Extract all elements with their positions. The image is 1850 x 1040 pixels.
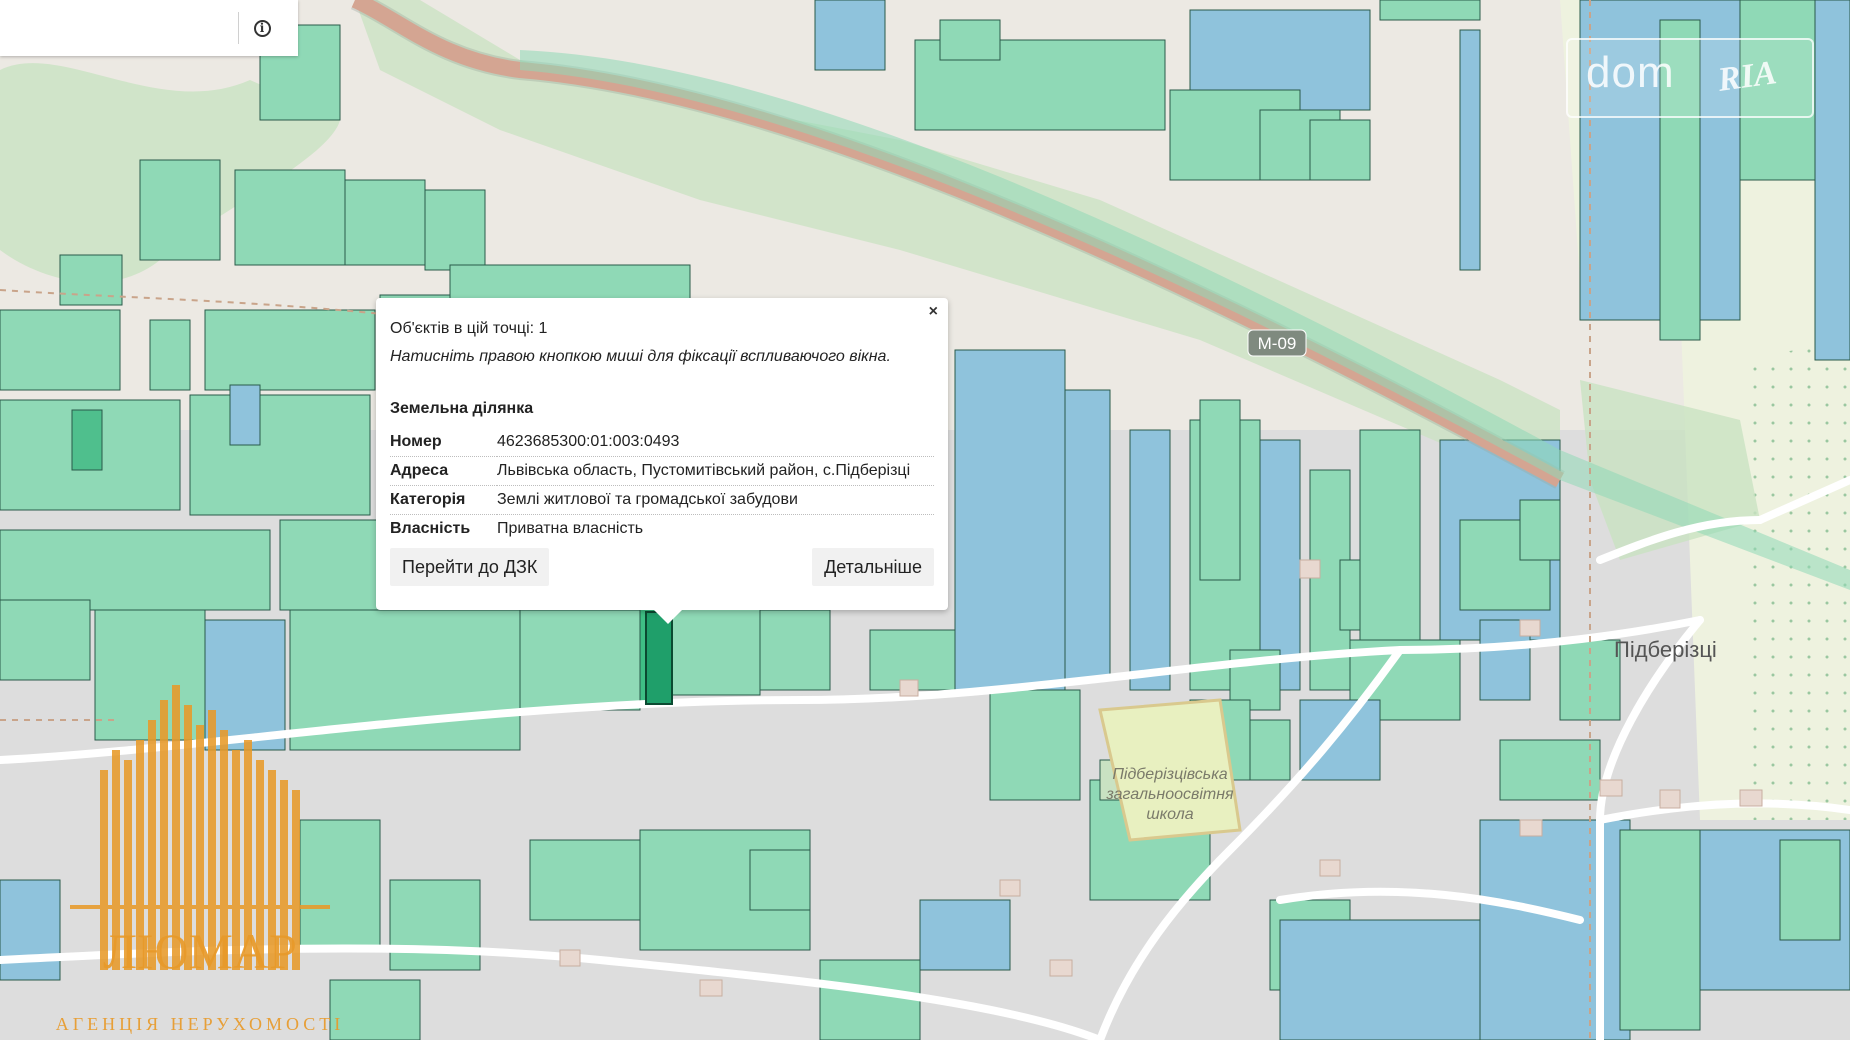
road-shield: М-09 (1247, 329, 1307, 357)
search-box: i (0, 0, 298, 56)
village-label: Підберізці (1614, 637, 1717, 662)
attr-row-number: Номер 4623685300:01:003:0493 (390, 428, 934, 457)
attr-key: Номер (390, 428, 497, 457)
svg-text:школа: школа (1146, 806, 1193, 823)
parcel-attributes: Номер 4623685300:01:003:0493 Адреса Льві… (390, 428, 934, 543)
info-icon: i (253, 19, 271, 37)
objects-count: Об'єктів в цій точці: 1 (390, 320, 548, 337)
close-icon[interactable]: × (929, 304, 938, 320)
attr-value: 4623685300:01:003:0493 (497, 428, 934, 457)
popup-heading: Земельна ділянка (390, 400, 534, 417)
selected-parcel[interactable] (645, 611, 673, 705)
domria-watermark: dom RIA (1566, 38, 1814, 118)
svg-text:загальноосвітня: загальноосвітня (1105, 786, 1234, 803)
watermark-ria-text: RIA (1715, 54, 1779, 99)
logo-tagline: АГЕНЦІЯ НЕРУХОМОСТІ (56, 1014, 345, 1034)
attr-key: Категорія (390, 485, 497, 515)
attr-key: Адреса (390, 456, 497, 486)
attr-row-address: Адреса Львівська область, Пустомитівськи… (390, 456, 934, 486)
attr-row-ownership: Власність Приватна власність (390, 515, 934, 544)
popup-actions: Перейти до ДЗК Детальніше (390, 548, 934, 586)
attr-value: Землі житлової та громадської забудови (497, 485, 934, 515)
parcel-popup: × Об'єктів в цій точці: 1 Натисніть прав… (376, 298, 948, 624)
attr-value: Приватна власність (497, 520, 644, 537)
details-button[interactable]: Детальніше (812, 548, 934, 586)
info-button[interactable]: i (250, 16, 274, 40)
attr-value: Львівська область, Пустомитівський район… (497, 456, 934, 486)
logo-name: ЛЮМАР (103, 923, 297, 979)
attr-row-category: Категорія Землі житлової та громадської … (390, 485, 934, 515)
search-divider (238, 12, 239, 44)
svg-text:Підберізцівська: Підберізцівська (1112, 766, 1227, 783)
road-label: М-09 (1258, 334, 1297, 353)
lyumar-logo: ЛЮМАР АГЕНЦІЯ НЕРУХОМОСТІ (56, 685, 345, 1034)
popup-hint: Натисніть правою кнопкою миші для фіксац… (390, 348, 891, 365)
go-to-dzk-button[interactable]: Перейти до ДЗК (390, 548, 550, 586)
search-input[interactable] (0, 0, 230, 56)
watermark-dom-text: dom (1586, 48, 1675, 97)
attr-key: Власність (390, 520, 471, 537)
